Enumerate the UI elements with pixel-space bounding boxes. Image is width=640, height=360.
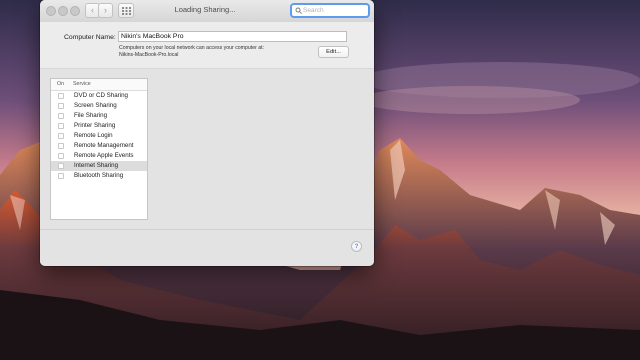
search-field[interactable] (290, 3, 370, 18)
service-checkbox[interactable] (58, 163, 64, 169)
column-header-service: Service (73, 81, 91, 87)
grid-icon (121, 7, 131, 15)
help-button[interactable]: ? (351, 241, 362, 252)
minimize-button[interactable] (58, 6, 68, 16)
service-list: On Service DVD or CD Sharing Screen Shari… (50, 78, 148, 220)
computer-name-label: Computer Name: (64, 34, 116, 41)
service-checkbox[interactable] (58, 113, 64, 119)
service-checkbox[interactable] (58, 153, 64, 159)
service-label: Printer Sharing (74, 122, 116, 129)
service-checkbox[interactable] (58, 143, 64, 149)
edit-button[interactable]: Edit... (318, 46, 349, 58)
window-title: Loading Sharing... (174, 5, 236, 14)
column-header-on: On (57, 81, 65, 87)
service-row[interactable]: Remote Apple Events (51, 151, 147, 161)
search-icon (295, 7, 302, 14)
service-label: Screen Sharing (74, 102, 117, 109)
service-row[interactable]: Internet Sharing (51, 161, 147, 171)
computer-name-section: Computer Name: Nikin's MacBook Pro Compu… (40, 22, 374, 69)
service-checkbox[interactable] (58, 103, 64, 109)
search-input[interactable] (303, 5, 367, 16)
divider (40, 229, 374, 230)
forward-button[interactable]: › (98, 3, 113, 18)
service-label: Internet Sharing (74, 162, 119, 169)
show-all-button[interactable] (118, 3, 134, 18)
help-icon: ? (354, 243, 359, 250)
back-icon: ‹ (91, 5, 94, 15)
computer-name-field[interactable]: Nikin's MacBook Pro (118, 31, 347, 42)
service-checkbox[interactable] (58, 133, 64, 139)
service-row[interactable]: File Sharing (51, 111, 147, 121)
forward-icon: › (104, 5, 107, 15)
service-label: Bluetooth Sharing (74, 172, 124, 179)
service-label: Remote Management (74, 142, 134, 149)
service-row[interactable]: Remote Login (51, 131, 147, 141)
service-detail-area (152, 78, 366, 220)
service-label: DVD or CD Sharing (74, 92, 128, 99)
service-checkbox[interactable] (58, 123, 64, 129)
sharing-body: On Service DVD or CD Sharing Screen Shari… (40, 69, 374, 266)
service-row[interactable]: Printer Sharing (51, 121, 147, 131)
network-description-text: Computers on your local network can acce… (119, 45, 265, 51)
title-bar: ‹ › Loading Sharing... (40, 0, 374, 23)
service-label: Remote Login (74, 132, 113, 139)
service-row[interactable]: DVD or CD Sharing (51, 91, 147, 101)
service-row[interactable]: Bluetooth Sharing (51, 171, 147, 181)
service-row[interactable]: Remote Management (51, 141, 147, 151)
close-button[interactable] (46, 6, 56, 16)
local-hostname: Nikins-MacBook-Pro.local (119, 52, 179, 58)
service-checkbox[interactable] (58, 173, 64, 179)
service-label: File Sharing (74, 112, 108, 119)
sharing-preferences-window: ‹ › Loading Sharing... Computer Name: Ni… (40, 0, 374, 266)
zoom-button[interactable] (70, 6, 80, 16)
service-checkbox[interactable] (58, 93, 64, 99)
network-address-description: Computers on your local network can acce… (119, 45, 264, 59)
service-row[interactable]: Screen Sharing (51, 101, 147, 111)
service-list-header: On Service (51, 79, 147, 91)
service-label: Remote Apple Events (74, 152, 134, 159)
